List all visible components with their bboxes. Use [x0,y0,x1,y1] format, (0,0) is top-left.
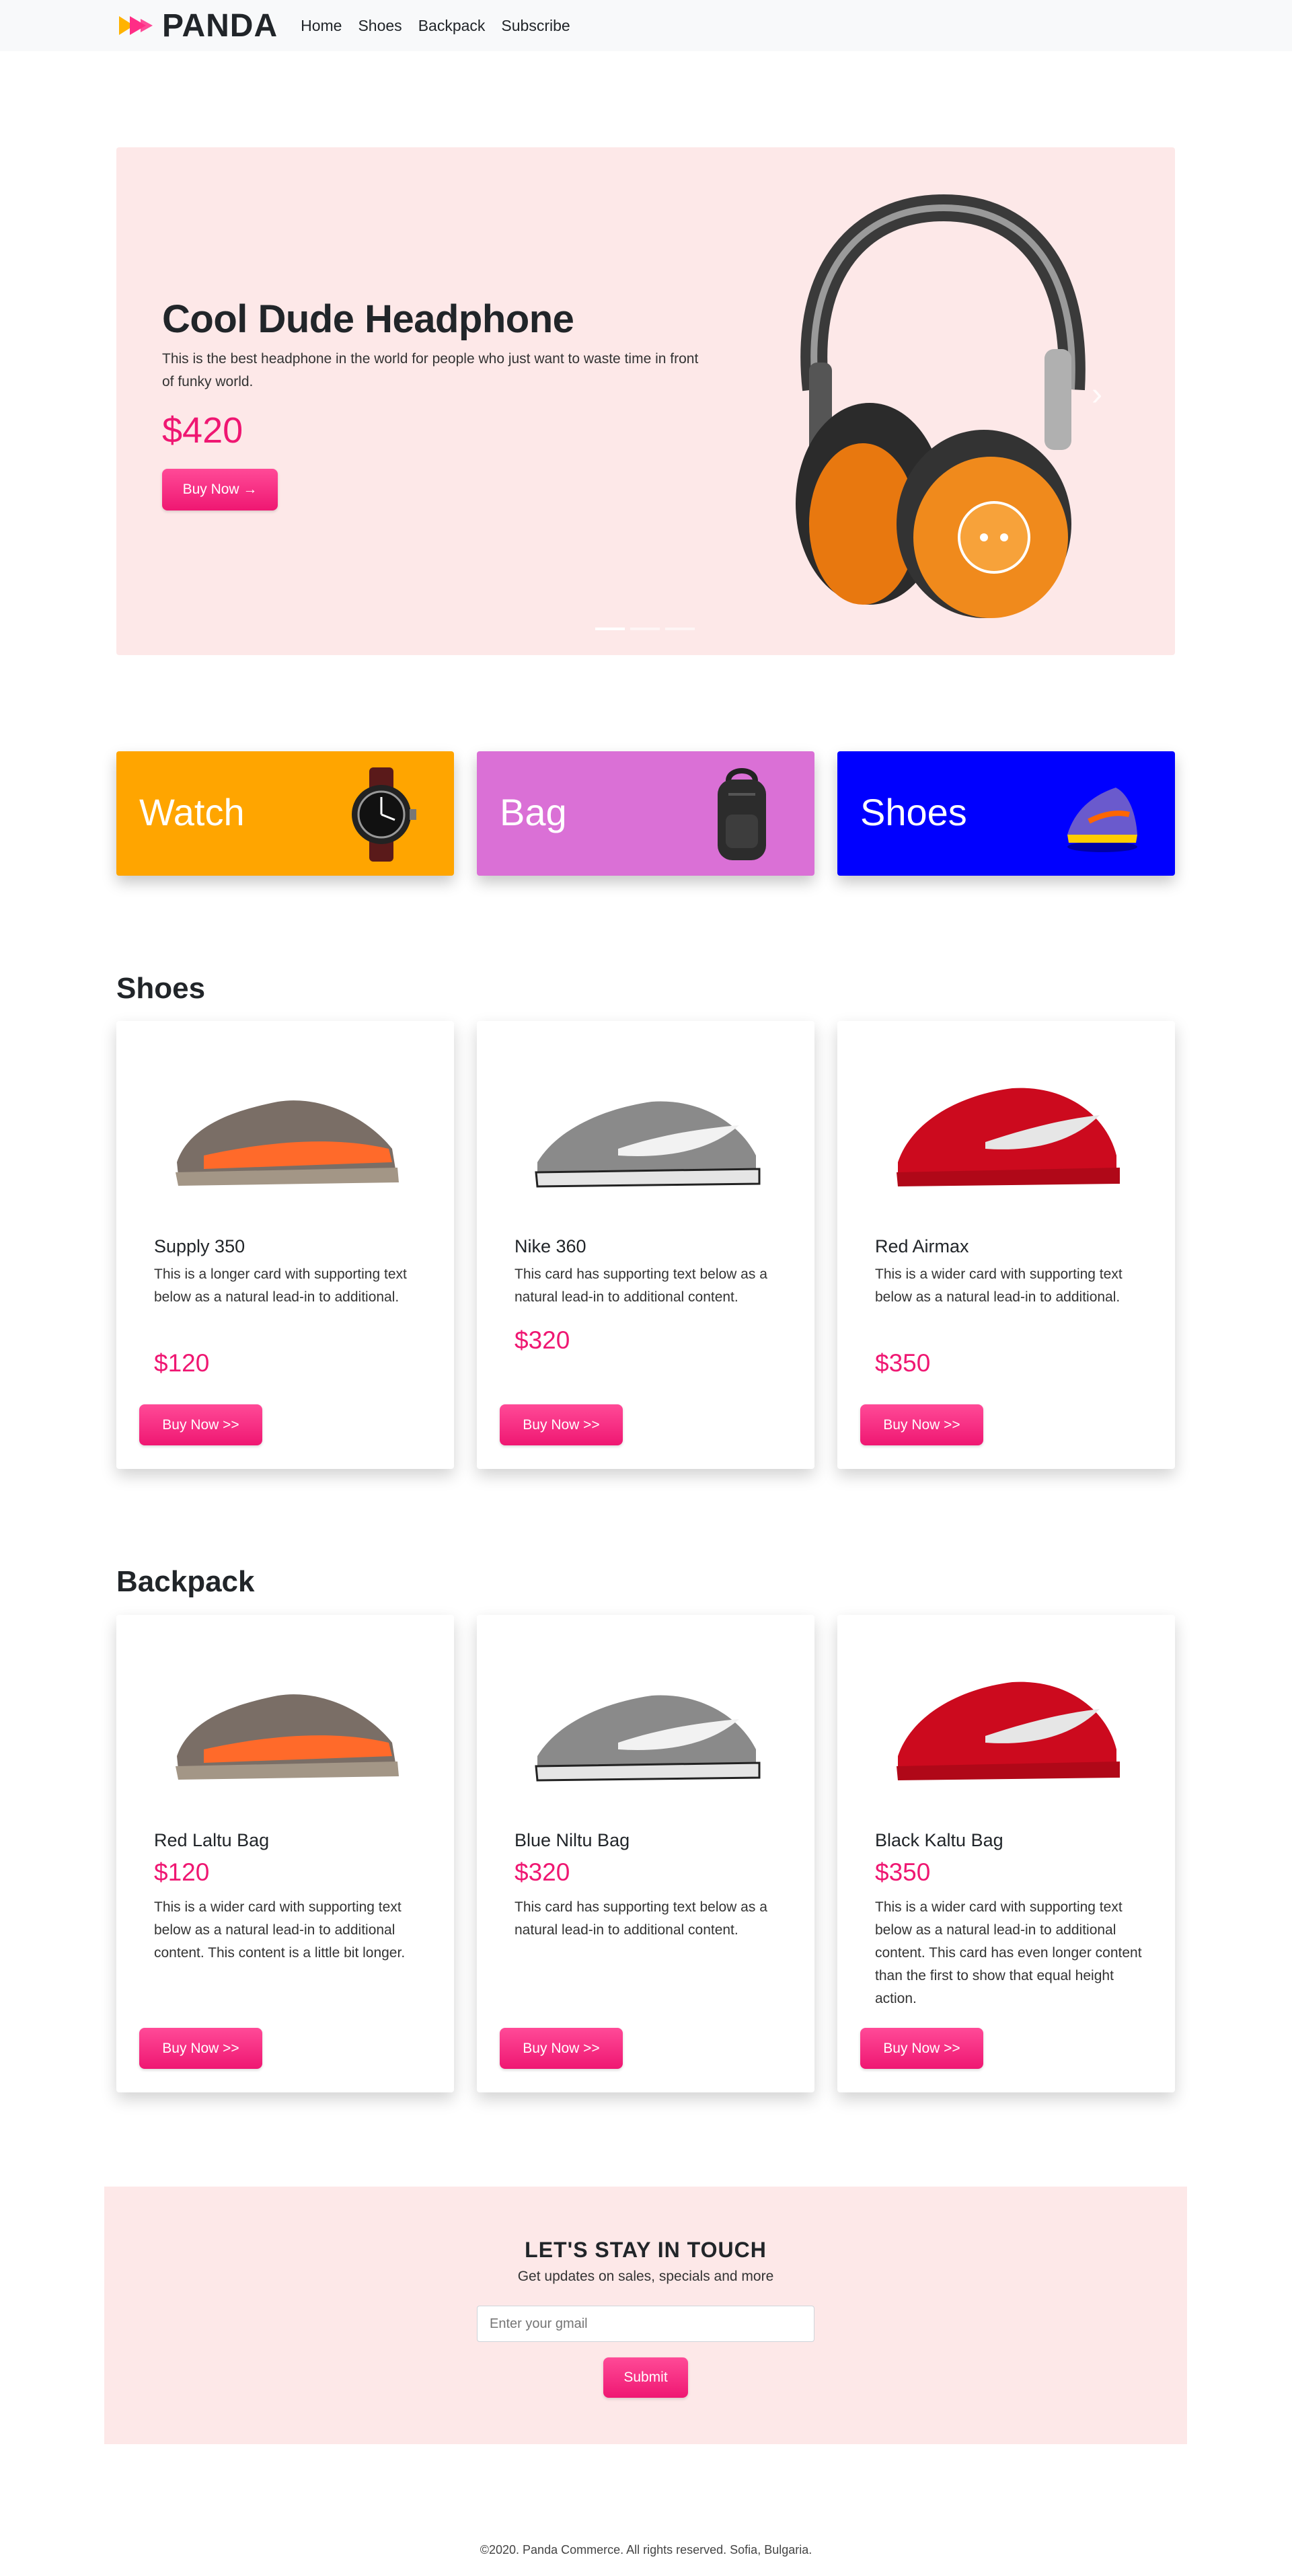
product-description: This is a wider card with supporting tex… [875,1266,1123,1305]
hero-buy-now-button[interactable]: Buy Now → [162,469,278,510]
nike-shoe-image [535,1695,761,1782]
category-card-shoes[interactable]: Shoes [837,751,1175,876]
nav-link-shoes[interactable]: Shoes [358,17,402,35]
hero-carousel: Cool Dude Headphone This is the best hea… [116,147,1175,655]
brand-link[interactable]: PANDA [116,7,278,44]
newsletter-section: LET'S STAY IN TOUCH Get updates on sales… [104,2187,1187,2444]
carousel-next-icon[interactable]: › [1092,376,1102,413]
sneaker-icon [1067,788,1137,852]
carousel-indicators [595,628,695,630]
product-name: Red Laltu Bag [154,1830,270,1850]
product-card: Supply 350 This is a longer card with su… [116,1021,454,1469]
submit-button[interactable]: Submit [603,2357,688,2398]
nav-link-backpack[interactable]: Backpack [418,17,486,35]
product-card: Red Laltu Bag $120 This is a wider card … [116,1615,454,2092]
buy-now-button[interactable]: Buy Now >> [500,1404,623,1445]
backpack-icon [718,768,766,860]
category-card-bag[interactable]: Bag [477,751,814,876]
product-card: Blue Niltu Bag $320 This card has suppor… [477,1615,814,2092]
brand-name: PANDA [162,7,278,44]
panda-logo-icon [119,16,153,35]
product-price: $350 [875,1349,931,1377]
nike-shoe-image [535,1101,761,1188]
hero-title: Cool Dude Headphone [162,297,574,341]
buy-now-button[interactable]: Buy Now >> [500,2028,623,2069]
product-price: $120 [154,1858,210,1886]
hero-price: $420 [162,410,243,451]
carousel-indicator-2[interactable] [630,628,660,630]
product-card: Red Airmax This is a wider card with sup… [837,1021,1175,1469]
newsletter-subtitle: Get updates on sales, specials and more [517,2269,774,2284]
email-input[interactable] [477,2306,814,2342]
product-description: This is a wider card with supporting tex… [875,1899,1142,2006]
product-price: $320 [515,1858,570,1886]
airmax-shoe-image [897,1088,1120,1186]
carousel-indicator-1[interactable] [595,628,625,630]
product-name: Blue Niltu Bag [515,1830,630,1850]
category-label: Bag [500,791,567,833]
footer-text: ©2020. Panda Commerce. All rights reserv… [480,2543,812,2556]
buy-now-button[interactable]: Buy Now >> [139,2028,262,2069]
yeezy-shoe-image [176,1694,399,1780]
product-description: This card has supporting text below as a… [515,1266,767,1305]
buy-now-button[interactable]: Buy Now >> [139,1404,262,1445]
nav-link-home[interactable]: Home [301,17,342,35]
product-description: This is a longer card with supporting te… [154,1266,407,1305]
product-name: Supply 350 [154,1236,245,1256]
backpack-section-title: Backpack [116,1565,255,1598]
airmax-shoe-image [897,1681,1120,1780]
shoes-section-title: Shoes [116,972,206,1005]
category-label: Watch [139,791,245,833]
headphone-image [796,194,1086,618]
product-description: This is a wider card with supporting tex… [154,1899,406,1961]
product-card: Nike 360 This card has supporting text b… [477,1021,814,1469]
product-card: Black Kaltu Bag $350 This is a wider car… [837,1615,1175,2092]
product-name: Nike 360 [515,1236,586,1256]
hero-description: This is the best headphone in the world … [162,351,699,389]
navbar: PANDA Home Shoes Backpack Subscribe [0,0,1292,51]
category-label: Shoes [860,791,967,833]
nav-link-subscribe[interactable]: Subscribe [501,17,570,35]
category-card-watch[interactable]: Watch [116,751,454,876]
product-price: $350 [875,1858,931,1886]
buy-now-button[interactable]: Buy Now >> [860,1404,983,1445]
carousel-indicator-3[interactable] [665,628,695,630]
product-name: Red Airmax [875,1236,969,1256]
product-name: Black Kaltu Bag [875,1830,1003,1850]
product-price: $120 [154,1349,210,1377]
buy-now-button[interactable]: Buy Now >> [860,2028,983,2069]
yeezy-shoe-image [176,1100,399,1186]
product-description: This card has supporting text below as a… [515,1899,767,1938]
newsletter-title: LET'S STAY IN TOUCH [525,2238,767,2262]
product-price: $320 [515,1326,570,1354]
watch-icon [352,767,416,862]
